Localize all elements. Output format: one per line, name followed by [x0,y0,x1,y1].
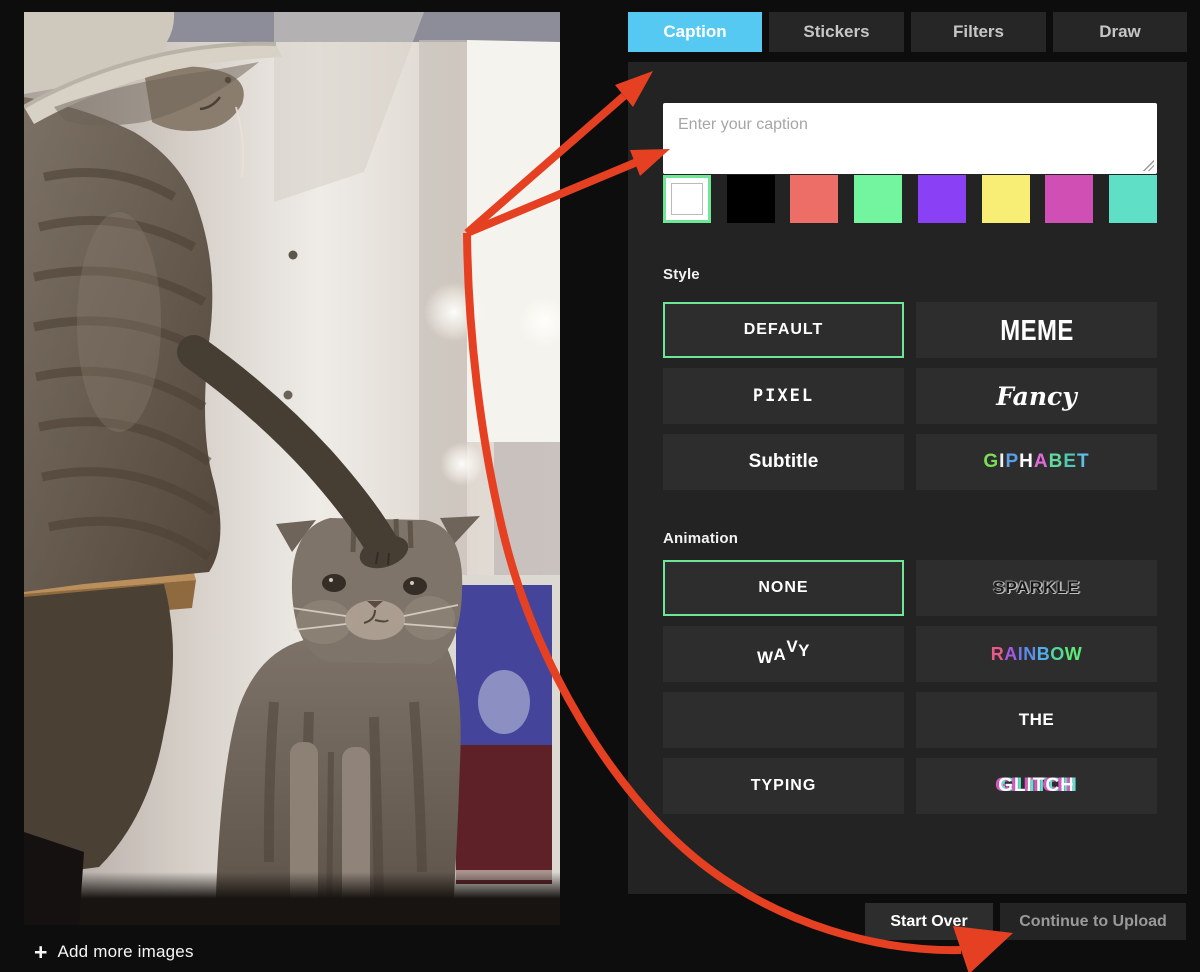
continue-to-upload-button[interactable]: Continue to Upload [1000,903,1186,940]
color-swatch-black[interactable] [727,175,775,223]
style-options-grid: DEFAULT MEME PIXEL Fancy Subtitle GIPHAB… [663,302,1157,490]
color-swatch-purple[interactable] [918,175,966,223]
style-option-default[interactable]: DEFAULT [663,302,904,358]
animation-option-sparkle[interactable]: SPARKLE [916,560,1157,616]
caption-panel: Style DEFAULT MEME PIXEL Fancy Subtitle … [628,62,1187,894]
style-option-meme[interactable]: MEME [916,302,1157,358]
gif-preview-image [24,12,560,925]
style-option-pixel[interactable]: PIXEL [663,368,904,424]
gif-editor-app: + Add more images Caption Stickers Filte… [0,0,1200,972]
caption-color-swatches [663,175,1157,223]
cats-illustration [24,12,560,925]
color-swatch-white[interactable] [663,175,711,223]
tab-draw[interactable]: Draw [1053,12,1187,52]
tab-caption[interactable]: Caption [628,12,762,52]
add-more-images-label: Add more images [57,942,193,962]
color-swatch-green[interactable] [854,175,902,223]
editor-tabs: Caption Stickers Filters Draw [628,12,1187,52]
animation-section-label: Animation [663,530,738,547]
style-section-label: Style [663,266,700,283]
tab-stickers[interactable]: Stickers [769,12,904,52]
color-swatch-magenta[interactable] [1045,175,1093,223]
animation-option-wavy[interactable]: WAVY [663,626,904,682]
color-swatch-teal[interactable] [1109,175,1157,223]
caption-input-wrap [663,103,1157,174]
animation-option-rainbow[interactable]: RAINBOW [916,626,1157,682]
start-over-button[interactable]: Start Over [865,903,993,940]
add-more-images-button[interactable]: + Add more images [34,938,194,966]
style-option-fancy[interactable]: Fancy [916,368,1157,424]
animation-options-grid: NONE SPARKLE WAVY RAINBOW THE TYPING GLI… [663,560,1157,814]
animation-option-typing[interactable]: TYPING [663,758,904,814]
animation-option-none[interactable]: NONE [663,560,904,616]
style-option-giphabet[interactable]: GIPHABET [916,434,1157,490]
caption-input[interactable] [663,103,1157,174]
animation-option-fade[interactable] [663,692,904,748]
plus-icon: + [34,941,47,963]
color-swatch-yellow[interactable] [982,175,1030,223]
style-option-subtitle[interactable]: Subtitle [663,434,904,490]
animation-option-the[interactable]: THE [916,692,1157,748]
color-swatch-red[interactable] [790,175,838,223]
tab-filters[interactable]: Filters [911,12,1046,52]
animation-option-glitch[interactable]: GLITCH [916,758,1157,814]
